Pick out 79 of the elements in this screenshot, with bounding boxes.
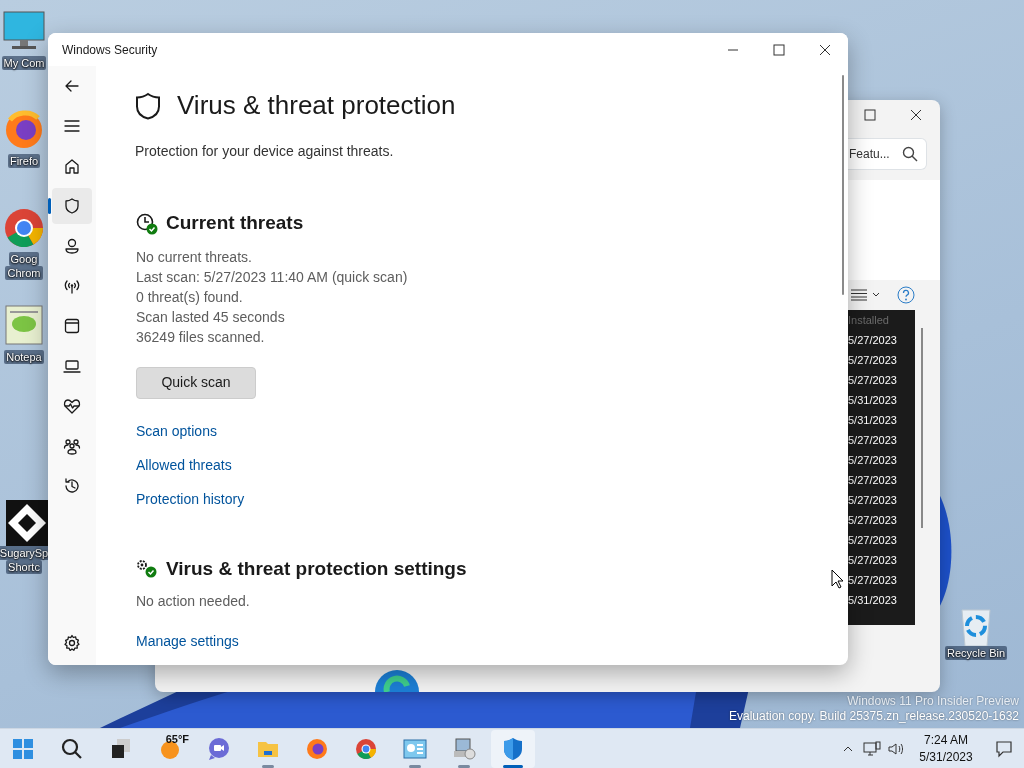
desktop-icon-label[interactable]: Notepa <box>4 350 44 364</box>
list-view-icon <box>851 289 881 301</box>
page-subtitle: Protection for your device against threats. <box>135 142 395 162</box>
table-cell-text: 5/27/2023 <box>848 493 898 508</box>
table-cell-text: 5/27/2023 <box>848 373 898 388</box>
table-cell-text: 5/31/2023 <box>848 413 898 428</box>
quick-scan-button[interactable]: Quick scan <box>136 367 256 399</box>
control-panel-icon <box>403 736 427 761</box>
table-cell-text: 5/31/2023 <box>848 593 898 608</box>
temperature-text: 65°F <box>165 731 189 747</box>
table-cell-text: 5/27/2023 <box>848 433 898 448</box>
gears-check-icon <box>136 559 158 580</box>
app-window-icon <box>63 317 81 335</box>
overlapping-windows-icon <box>109 736 133 761</box>
mouse-cursor-icon <box>831 569 845 589</box>
shield-icon <box>135 91 161 120</box>
person-icon <box>63 237 81 255</box>
desktop-icon-label[interactable]: Chrom <box>5 266 43 280</box>
close-icon <box>819 43 831 56</box>
speaker-icon <box>888 741 904 756</box>
desktop-icon-label[interactable]: Recycle Bin <box>944 646 1008 660</box>
menu-icon <box>63 117 81 135</box>
shield-icon <box>501 736 525 761</box>
video-chat-icon <box>207 736 231 761</box>
section-heading: Virus & threat protection settings <box>166 558 467 581</box>
settings-icon <box>63 634 81 652</box>
window-title: Windows Security <box>62 41 159 59</box>
section-heading: Current threats <box>166 212 304 235</box>
close-icon <box>910 109 922 121</box>
table-cell-text: 5/31/2023 <box>848 393 898 408</box>
speech-bubble-icon <box>995 739 1013 758</box>
table-cell-text: 5/27/2023 <box>848 533 898 548</box>
computer-disc-icon <box>452 736 476 761</box>
table-cell-text: 5/27/2023 <box>848 573 898 588</box>
maximize-icon <box>864 109 876 121</box>
link[interactable]: Manage settings <box>136 630 239 652</box>
table-cell-text: 5/27/2023 <box>848 553 898 568</box>
recycle-bin-icon[interactable] <box>958 606 994 646</box>
status-text: No action needed. <box>136 591 251 611</box>
home-icon <box>63 157 81 175</box>
status-text: Last scan: 5/27/2023 11:40 AM (quick scan) <box>136 268 409 287</box>
status-text: 0 threat(s) found. <box>136 288 244 307</box>
laptop-icon <box>63 357 81 375</box>
chrome-icon <box>354 736 378 761</box>
start-icon <box>11 736 35 761</box>
scrollbar[interactable] <box>842 75 844 295</box>
chevron-up-icon <box>843 745 853 752</box>
shield-icon <box>63 197 81 215</box>
network-computer-icon <box>863 740 881 757</box>
history-clock-icon <box>63 477 81 495</box>
status-text: No current threats. <box>136 248 253 267</box>
table-cell-text: 5/27/2023 <box>848 333 898 348</box>
status-text: 36249 files scanned. <box>136 328 266 347</box>
page-title: Virus & threat protection <box>177 90 456 122</box>
link[interactable]: Allowed threats <box>136 455 232 476</box>
taskbar-app-button[interactable]: 65°F <box>148 729 192 768</box>
taskbar-app-button[interactable] <box>491 729 535 768</box>
link[interactable]: Protection history <box>136 489 245 510</box>
help-icon <box>897 286 915 304</box>
table-cell-text: 5/27/2023 <box>848 453 898 468</box>
status-text: Scan lasted 45 seconds <box>136 308 286 327</box>
table-cell-text: 5/27/2023 <box>848 353 898 368</box>
heart-pulse-icon <box>63 397 81 415</box>
link[interactable]: Scan options <box>136 421 217 442</box>
column-header[interactable]: Installed <box>848 310 915 330</box>
clock-button[interactable]: 7:24 AM 5/31/2023 <box>908 732 984 765</box>
scan-clock-icon <box>136 212 158 235</box>
desktop-icon-label[interactable]: My Com <box>1 56 47 70</box>
search-icon <box>902 146 918 162</box>
maximize-icon <box>773 43 785 56</box>
people-icon <box>63 437 81 455</box>
watermark-text: Windows 11 Pro Insider Preview <box>846 694 1019 709</box>
table-cell-text: 5/27/2023 <box>848 513 898 528</box>
table-cell-text: 5/27/2023 <box>848 473 898 488</box>
scrollbar[interactable] <box>921 328 923 528</box>
search-field[interactable]: Featu... <box>848 138 927 170</box>
desktop-icon-label[interactable]: Firefo <box>7 154 41 168</box>
firefox-icon <box>305 736 329 761</box>
search-icon <box>60 736 84 761</box>
